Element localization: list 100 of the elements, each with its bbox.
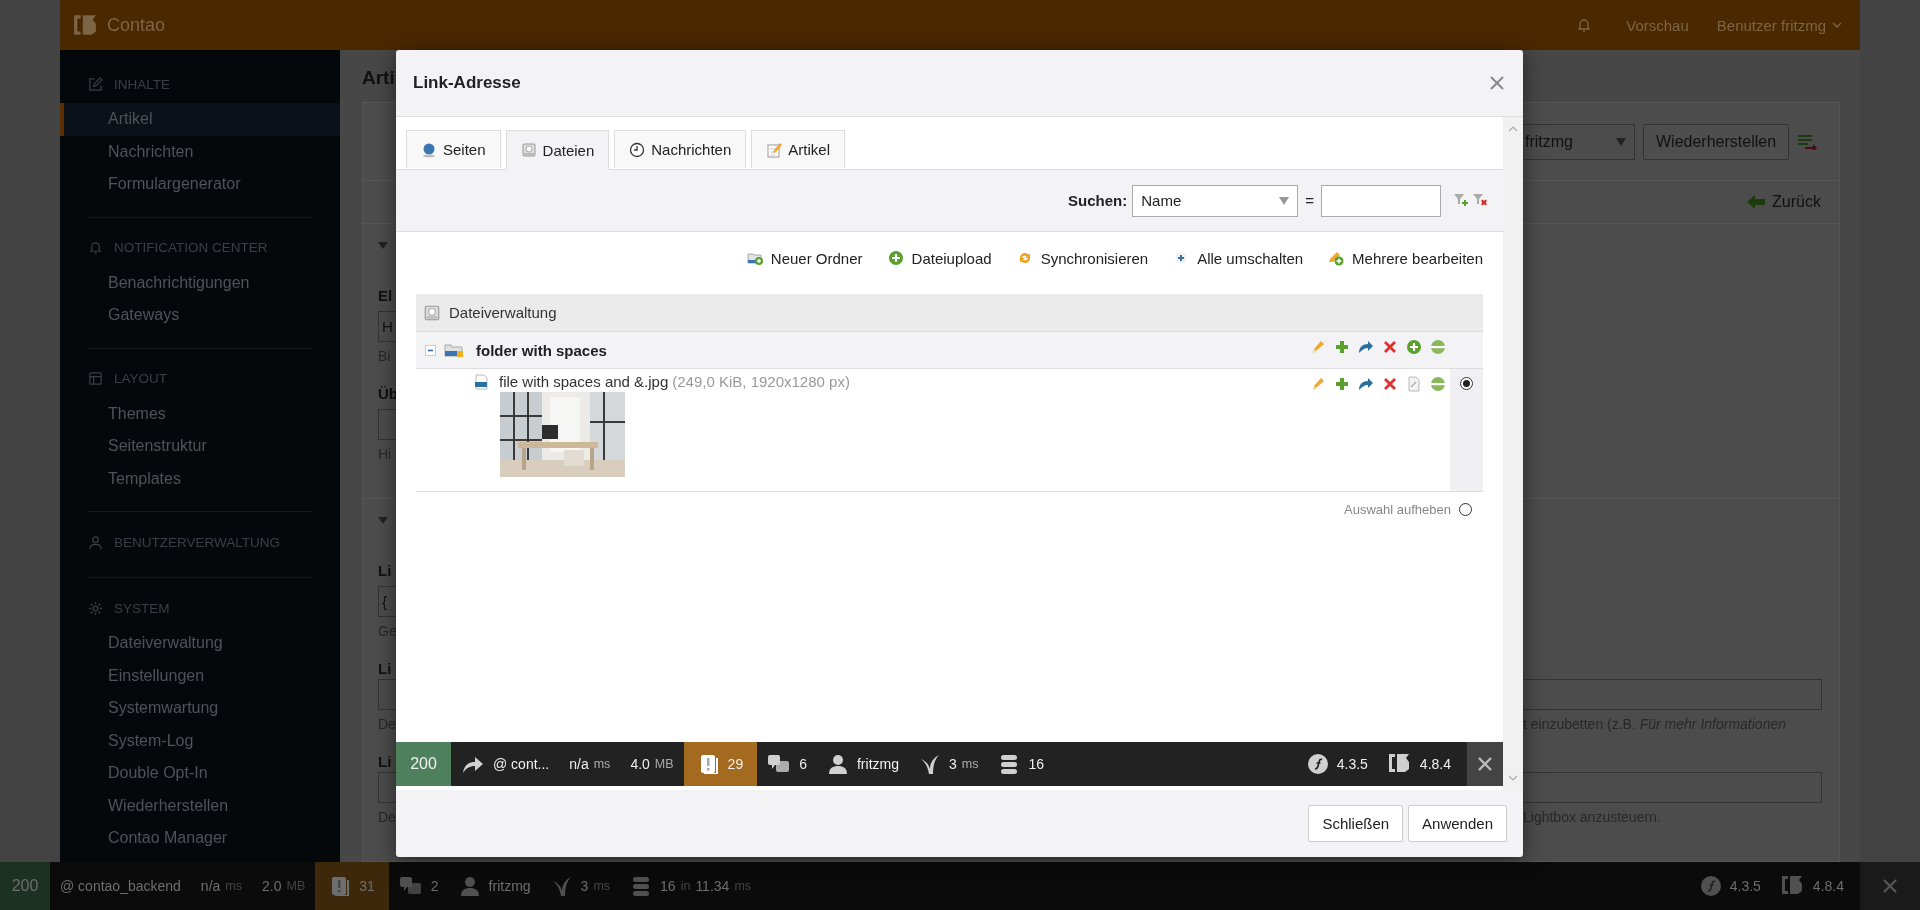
toolbar-value: 4.8.4 <box>1812 878 1844 894</box>
toolbar-value: 2.0 <box>262 878 282 894</box>
nav-item[interactable]: Formulargenerator <box>60 168 340 201</box>
restore-button[interactable]: Wiederherstellen <box>1643 123 1790 160</box>
tab[interactable]: Dateien <box>505 130 610 170</box>
toolbar-item[interactable]: 6 <box>757 742 817 786</box>
pencil-icon[interactable] <box>1310 339 1326 355</box>
toolbar-unit: MB <box>654 757 674 771</box>
status-code[interactable]: 200 <box>396 742 451 786</box>
nav-item[interactable]: Seitenstruktur <box>60 430 340 463</box>
close-button[interactable] <box>1860 862 1920 910</box>
back-link[interactable]: Zurück <box>1747 193 1821 211</box>
bell-icon[interactable] <box>1576 17 1593 33</box>
plus-icon[interactable] <box>1334 339 1350 355</box>
preview-link[interactable]: Vorschau <box>1626 16 1689 34</box>
dialog-button[interactable]: Anwenden <box>1408 805 1507 842</box>
nav-item[interactable]: Systemwartung <box>60 692 340 725</box>
toolbar-item[interactable]: 4.3.5 <box>1296 742 1378 786</box>
status-code[interactable]: 200 <box>0 862 50 910</box>
person-icon <box>458 875 481 897</box>
minus-circle-icon[interactable] <box>1430 376 1446 392</box>
nav-item[interactable]: Einstellungen <box>60 659 340 692</box>
toolbar-item[interactable]: n/a ms <box>559 742 621 786</box>
toolbar-item[interactable]: 16 <box>988 742 1054 786</box>
close-button[interactable] <box>1467 742 1503 786</box>
minus-toggle-icon[interactable] <box>425 344 436 356</box>
plus-circle-icon[interactable] <box>1406 339 1422 355</box>
nav-item[interactable]: Wiederherstellen <box>60 789 340 822</box>
toolbar-item[interactable]: 29 <box>683 742 758 786</box>
close-icon[interactable] <box>1489 75 1505 91</box>
toolbar-link[interactable]: Alle umschalten <box>1172 249 1304 267</box>
toolbar-item[interactable]: 4.0 MB <box>620 742 684 786</box>
toolbar-item[interactable]: 4.3.5 <box>1689 862 1771 910</box>
tab[interactable]: Nachrichten <box>614 130 747 168</box>
toolbar-item[interactable]: 4.8.4 <box>1770 862 1854 910</box>
contao-logo-icon <box>1387 753 1412 775</box>
input-field[interactable] <box>1523 679 1822 710</box>
toolbar-item[interactable]: 2 <box>388 862 449 910</box>
nav-item[interactable]: Templates <box>60 462 340 495</box>
cross-icon[interactable] <box>1382 376 1398 392</box>
nav-item[interactable]: Contao Manager <box>60 822 340 855</box>
toolbar-item[interactable]: fritzmg <box>448 862 541 910</box>
user-menu[interactable]: Benutzer fritzmg <box>1716 16 1842 34</box>
nav-item[interactable]: Gateways <box>60 299 340 332</box>
scrollbar[interactable] <box>1503 117 1523 790</box>
nav-item[interactable]: Artikel <box>60 103 340 136</box>
search-field-select[interactable]: Name <box>1132 184 1299 217</box>
field-label: El <box>378 286 393 304</box>
layout-icon <box>88 371 103 386</box>
toolbar-value: @ contao_backend <box>60 878 181 894</box>
filter-add-icon[interactable] <box>1454 192 1468 209</box>
edit-icon <box>88 76 103 92</box>
toolbar-unit: ms <box>225 879 242 893</box>
dialog-button[interactable]: Schließen <box>1308 805 1404 842</box>
plus-circle-icon <box>886 250 905 266</box>
pencil-icon[interactable] <box>1310 376 1326 392</box>
minus-circle-icon[interactable] <box>1430 339 1446 355</box>
nav-item[interactable]: Double Opt-In <box>60 757 340 790</box>
radio-button[interactable] <box>1459 502 1472 516</box>
tab[interactable]: Artikel <box>751 130 845 168</box>
toolbar-value: 11.34 <box>695 878 730 894</box>
curved-arrow-icon[interactable] <box>1358 339 1374 355</box>
nav-item[interactable]: Benachrichtigungen <box>60 266 340 299</box>
operator-label: = <box>1305 192 1314 209</box>
toolbar-value: 4.0 <box>630 756 650 772</box>
toolbar-link[interactable]: Neuer Ordner <box>745 249 863 267</box>
radio-button[interactable] <box>1460 377 1473 390</box>
toolbar-unit: ms <box>593 757 611 771</box>
toolbar-item[interactable]: fritzmg <box>816 742 909 786</box>
field-label: Li <box>378 752 392 770</box>
toolbar-item[interactable]: 3 ms <box>908 742 989 786</box>
plus-icon[interactable] <box>1334 376 1350 392</box>
nav-item[interactable]: Nachrichten <box>60 135 340 168</box>
nav-item[interactable]: Themes <box>60 397 340 430</box>
toolbar-item[interactable]: 2.0 MB <box>252 862 316 910</box>
toolbar-item[interactable]: @ cont... <box>451 742 560 786</box>
document-icon[interactable] <box>1406 376 1422 392</box>
contao-logo-icon <box>73 14 97 36</box>
toolbar-item[interactable]: @ contao_backend <box>50 862 191 910</box>
toolbar-link[interactable]: Mehrere bearbeiten <box>1327 249 1483 267</box>
contao-logo-icon <box>1780 875 1805 897</box>
cross-icon[interactable] <box>1382 339 1398 355</box>
nav-item[interactable]: Dateiverwaltung <box>60 627 340 660</box>
folder-plus-icon <box>745 250 764 266</box>
toolbar-link[interactable]: Dateiupload <box>886 249 992 267</box>
search-input[interactable] <box>1321 184 1441 217</box>
translate-icon <box>767 753 792 775</box>
input-field[interactable] <box>1523 772 1822 803</box>
file-name[interactable]: file with spaces and &.jpg <box>499 373 669 390</box>
toolbar-item[interactable]: 31 <box>315 862 389 910</box>
folder-name[interactable]: folder with spaces <box>476 341 607 359</box>
tab[interactable]: Seiten <box>406 130 501 168</box>
nav-item[interactable]: System-Log <box>60 724 340 757</box>
curved-arrow-icon[interactable] <box>1358 376 1374 392</box>
toolbar-item[interactable]: 3 ms <box>540 862 621 910</box>
toolbar-item[interactable]: n/a ms <box>190 862 252 910</box>
file-details: (249,0 KiB, 1920x1280 px) <box>672 373 850 390</box>
toolbar-link[interactable]: Synchronisieren <box>1015 249 1149 267</box>
toolbar-value: 29 <box>727 756 744 772</box>
toolbar-item[interactable]: 4.8.4 <box>1377 742 1461 786</box>
